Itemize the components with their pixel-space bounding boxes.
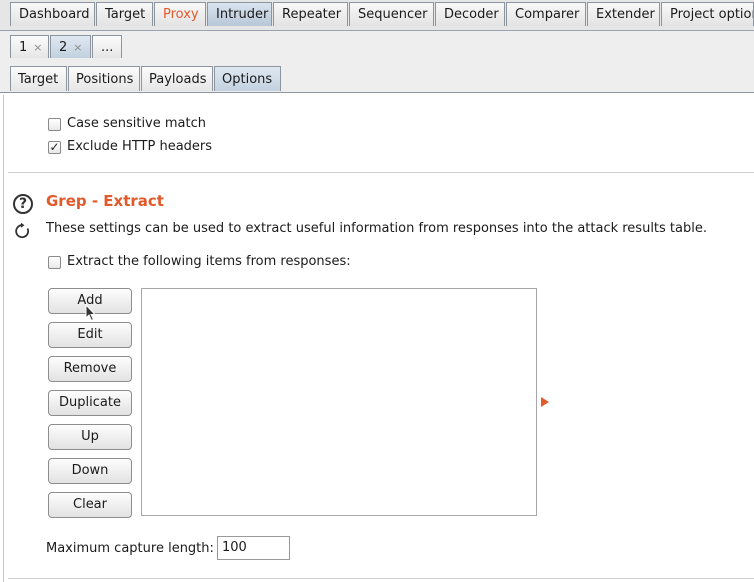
check-icon: ✓ — [49, 140, 60, 154]
edit-button[interactable]: Edit — [48, 322, 132, 348]
clear-button[interactable]: Clear — [48, 492, 132, 518]
attack-tab-1[interactable]: 1 × — [10, 35, 49, 58]
attack-tab-2[interactable]: 2 × — [50, 35, 91, 58]
new-attack-tab[interactable]: ... — [92, 35, 122, 58]
exclude-headers-label: Exclude HTTP headers — [67, 139, 213, 154]
duplicate-button[interactable]: Duplicate — [48, 390, 132, 416]
extract-items-list[interactable] — [141, 288, 537, 516]
extract-items-checkbox[interactable] — [48, 256, 61, 269]
tab-extender[interactable]: Extender — [587, 2, 660, 26]
extract-items-label: Extract the following items from respons… — [67, 254, 351, 269]
mouse-pointer-icon — [85, 304, 97, 322]
tab-repeater[interactable]: Repeater — [273, 2, 348, 26]
max-capture-label: Maximum capture length: — [46, 541, 214, 556]
attack-tab-label: 1 — [19, 40, 28, 55]
subtab-payloads[interactable]: Payloads — [141, 66, 213, 91]
tab-intruder[interactable]: Intruder — [207, 2, 272, 26]
options-panel: Case sensitive match ✓ Exclude HTTP head… — [3, 95, 754, 582]
tool-tab-bar: Dashboard Target Proxy Intruder Repeater… — [0, 0, 754, 31]
subtab-positions[interactable]: Positions — [68, 66, 140, 91]
section-divider — [8, 578, 754, 579]
exclude-headers-checkbox[interactable]: ✓ — [48, 141, 61, 154]
burp-window: Dashboard Target Proxy Intruder Repeater… — [0, 0, 754, 582]
intruder-subtab-bar: Target Positions Payloads Options — [0, 62, 754, 93]
down-button[interactable]: Down — [48, 458, 132, 484]
tab-dashboard[interactable]: Dashboard — [10, 2, 95, 26]
new-tab-label: ... — [101, 40, 114, 55]
subtab-options[interactable]: Options — [214, 66, 281, 91]
case-sensitive-checkbox[interactable] — [48, 118, 61, 131]
remove-button[interactable]: Remove — [48, 356, 132, 382]
close-icon[interactable]: × — [33, 41, 42, 54]
tab-comparer[interactable]: Comparer — [506, 2, 586, 26]
restore-defaults-icon[interactable] — [14, 222, 32, 240]
subtab-target[interactable]: Target — [10, 66, 67, 91]
expand-arrow-icon[interactable] — [541, 397, 549, 407]
section-description: These settings can be used to extract us… — [46, 221, 707, 236]
tab-sequencer[interactable]: Sequencer — [349, 2, 434, 26]
section-title: Grep - Extract — [46, 192, 164, 210]
tab-proxy[interactable]: Proxy — [154, 2, 206, 26]
tab-target[interactable]: Target — [96, 2, 153, 26]
max-capture-input[interactable]: 100 — [217, 536, 290, 560]
up-button[interactable]: Up — [48, 424, 132, 450]
case-sensitive-label: Case sensitive match — [67, 116, 206, 131]
section-divider — [8, 172, 754, 173]
close-icon[interactable]: × — [73, 41, 82, 54]
attack-tab-label: 2 — [59, 40, 68, 55]
tab-project-options[interactable]: Project option — [661, 2, 754, 26]
attack-tab-bar: 1 × 2 × ... — [0, 31, 754, 63]
help-icon[interactable]: ? — [13, 194, 33, 214]
tab-decoder[interactable]: Decoder — [435, 2, 505, 26]
